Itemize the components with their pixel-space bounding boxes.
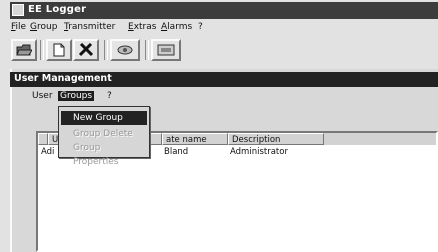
menu-user[interactable]: User bbox=[30, 91, 55, 101]
menu-file[interactable]: File bbox=[11, 22, 26, 32]
menu-item-group-properties[interactable]: Group Properties bbox=[61, 141, 147, 167]
new-document-icon bbox=[53, 43, 65, 57]
menu-item-group-delete[interactable]: Group Delete bbox=[61, 127, 147, 141]
menu-alarms[interactable]: Alarms bbox=[161, 22, 192, 32]
row-description-cell[interactable]: Administrator bbox=[230, 147, 288, 157]
toolbar bbox=[10, 37, 438, 66]
delete-icon bbox=[79, 43, 93, 57]
window-title: User Management bbox=[14, 73, 112, 84]
app-titlebar[interactable]: EE Logger bbox=[10, 2, 438, 19]
menu-transmitter[interactable]: Transmitter bbox=[64, 22, 115, 32]
menu-child-help[interactable]: ? bbox=[105, 91, 114, 101]
main-menubar: File Group Transmitter Extras Alarms ? bbox=[10, 20, 438, 35]
column-header-name[interactable]: ate name bbox=[162, 133, 228, 145]
menu-extras[interactable]: Extras bbox=[128, 22, 156, 32]
app-title: EE Logger bbox=[28, 4, 87, 15]
delete-button[interactable] bbox=[73, 39, 99, 61]
open-folder-icon bbox=[16, 44, 32, 56]
view-button[interactable] bbox=[110, 39, 140, 61]
view-icon bbox=[117, 45, 133, 55]
screen-button[interactable] bbox=[151, 39, 181, 61]
menu-help[interactable]: ? bbox=[198, 22, 203, 32]
open-folder-button[interactable] bbox=[11, 39, 37, 61]
groups-dropdown-menu: New Group Group Delete Group Properties bbox=[58, 106, 150, 167]
user-management-menubar: User Groups ? bbox=[10, 89, 438, 105]
new-document-button[interactable] bbox=[46, 39, 72, 61]
menu-group[interactable]: Group bbox=[30, 22, 57, 32]
column-header-description[interactable]: Description bbox=[228, 133, 324, 145]
row-user-cell[interactable]: Adi bbox=[41, 147, 54, 157]
user-management-titlebar[interactable]: User Management bbox=[10, 72, 438, 87]
menu-item-new-group[interactable]: New Group bbox=[61, 111, 147, 125]
row-name-cell[interactable]: Bland bbox=[164, 147, 188, 157]
menu-groups[interactable]: Groups bbox=[58, 91, 95, 101]
screen-icon bbox=[157, 44, 175, 56]
app-icon bbox=[12, 4, 24, 16]
